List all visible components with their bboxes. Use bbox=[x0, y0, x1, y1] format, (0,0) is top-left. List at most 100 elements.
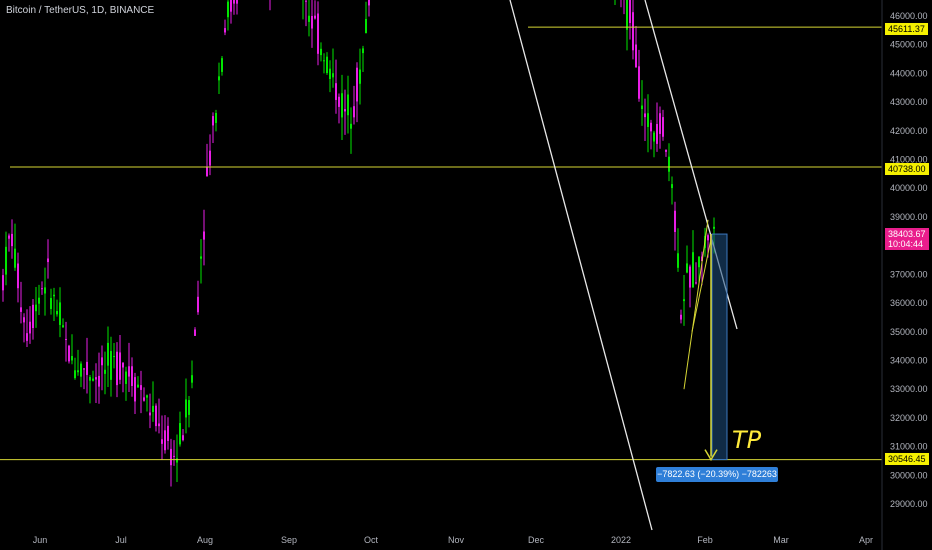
candle-body bbox=[161, 439, 163, 444]
measure-box bbox=[711, 233, 728, 461]
candle-body bbox=[365, 18, 367, 34]
candle-body bbox=[677, 253, 679, 268]
candle-body bbox=[26, 333, 28, 341]
candle-body bbox=[56, 310, 58, 315]
candle-body bbox=[152, 405, 154, 412]
candle-body bbox=[656, 124, 658, 144]
candle-body bbox=[113, 355, 115, 357]
x-tick-label: Apr bbox=[859, 535, 873, 545]
candle-body bbox=[320, 48, 322, 56]
candle-body bbox=[197, 296, 199, 313]
candle-body bbox=[671, 184, 673, 189]
countdown: 10:04:44 bbox=[888, 239, 924, 249]
y-tick-label: 36000.00 bbox=[890, 298, 928, 308]
candle-body bbox=[647, 113, 649, 127]
candle-body bbox=[110, 351, 112, 380]
candle-body bbox=[338, 96, 340, 107]
candle-body bbox=[233, 0, 235, 4]
candle-body bbox=[53, 294, 55, 297]
candle-body bbox=[155, 405, 157, 427]
y-tick-label: 40000.00 bbox=[890, 183, 928, 193]
y-tick-label: 42000.00 bbox=[890, 126, 928, 136]
candle-body bbox=[323, 60, 325, 62]
trendline-lower bbox=[509, 0, 653, 531]
y-tick-label: 35000.00 bbox=[890, 327, 928, 337]
measure-label: −7822.63 (−20.39%) −782263 bbox=[656, 467, 778, 482]
x-tick-label: Nov bbox=[448, 535, 465, 545]
candle-body bbox=[194, 329, 196, 336]
y-tick-label: 32000.00 bbox=[890, 413, 928, 423]
candle-body bbox=[650, 122, 652, 132]
candle-body bbox=[626, 0, 628, 30]
y-tick-label: 43000.00 bbox=[890, 97, 928, 107]
y-tick-label: 45000.00 bbox=[890, 40, 928, 50]
candle-body bbox=[305, 0, 307, 2]
candle-body bbox=[644, 113, 646, 118]
candle-body bbox=[83, 368, 85, 370]
candle-body bbox=[8, 235, 10, 239]
candle-body bbox=[230, 0, 232, 12]
candle-body bbox=[212, 116, 214, 126]
y-tick-label: 44000.00 bbox=[890, 68, 928, 78]
candle-body bbox=[14, 248, 16, 268]
candle-body bbox=[38, 297, 40, 304]
y-tick-label: 39000.00 bbox=[890, 212, 928, 222]
candle-body bbox=[236, 0, 238, 4]
candle-body bbox=[227, 1, 229, 18]
x-tick-label: Dec bbox=[528, 535, 545, 545]
y-tick-label: 30000.00 bbox=[890, 470, 928, 480]
candle-body bbox=[122, 362, 124, 368]
candle-body bbox=[125, 371, 127, 384]
candle-body bbox=[203, 231, 205, 240]
candle-body bbox=[680, 314, 682, 320]
candle-body bbox=[29, 321, 31, 334]
candle-body bbox=[668, 156, 670, 172]
candle-body bbox=[311, 15, 313, 29]
candle-body bbox=[713, 226, 715, 229]
candle-body bbox=[41, 288, 43, 290]
candle-body bbox=[50, 298, 52, 310]
x-tick-label: Mar bbox=[773, 535, 789, 545]
candle-body bbox=[11, 233, 13, 247]
candle-body bbox=[665, 149, 667, 152]
candle-body bbox=[659, 113, 661, 134]
candle-body bbox=[692, 252, 694, 288]
x-tick-label: Oct bbox=[364, 535, 379, 545]
candle-body bbox=[44, 287, 46, 294]
candle-body bbox=[149, 412, 151, 416]
candle-body bbox=[209, 150, 211, 166]
price-chart[interactable]: 29000.00 30000.00 31000.00 32000.00 33000.00… bbox=[0, 0, 932, 550]
candle-body bbox=[629, 0, 631, 24]
candle-body bbox=[191, 375, 193, 383]
candle-body bbox=[224, 28, 226, 33]
level-badge-40738: 40738.00 bbox=[885, 163, 929, 175]
candle-body bbox=[62, 325, 64, 328]
candle-body bbox=[95, 377, 97, 380]
candle-body bbox=[86, 361, 88, 375]
candle-body bbox=[308, 15, 310, 22]
candle-body bbox=[80, 363, 82, 377]
candle-body bbox=[188, 400, 190, 415]
candle-body bbox=[92, 378, 94, 381]
candle-body bbox=[686, 263, 688, 273]
y-tick-label: 29000.00 bbox=[890, 499, 928, 509]
chart-title: Bitcoin / TetherUS, 1D, BINANCE bbox=[6, 5, 155, 16]
level-badge-30546: 30546.45 bbox=[885, 453, 929, 465]
candle-body bbox=[59, 302, 61, 325]
candle-body bbox=[20, 307, 22, 312]
candle-body bbox=[170, 448, 172, 466]
candle-body bbox=[5, 246, 7, 275]
candle-body bbox=[131, 366, 133, 386]
candle-body bbox=[65, 338, 67, 340]
x-tick-label: 2022 bbox=[611, 535, 631, 545]
candle-body bbox=[362, 48, 364, 54]
candle-body bbox=[218, 76, 220, 81]
candle-body bbox=[317, 13, 319, 54]
candle-body bbox=[638, 66, 640, 99]
level-badge-45611: 45611.37 bbox=[885, 23, 928, 35]
candle-body bbox=[167, 425, 169, 441]
candle-body bbox=[35, 304, 37, 312]
candle-body bbox=[140, 385, 142, 390]
candle-body bbox=[137, 384, 139, 388]
candle-body bbox=[101, 357, 103, 366]
